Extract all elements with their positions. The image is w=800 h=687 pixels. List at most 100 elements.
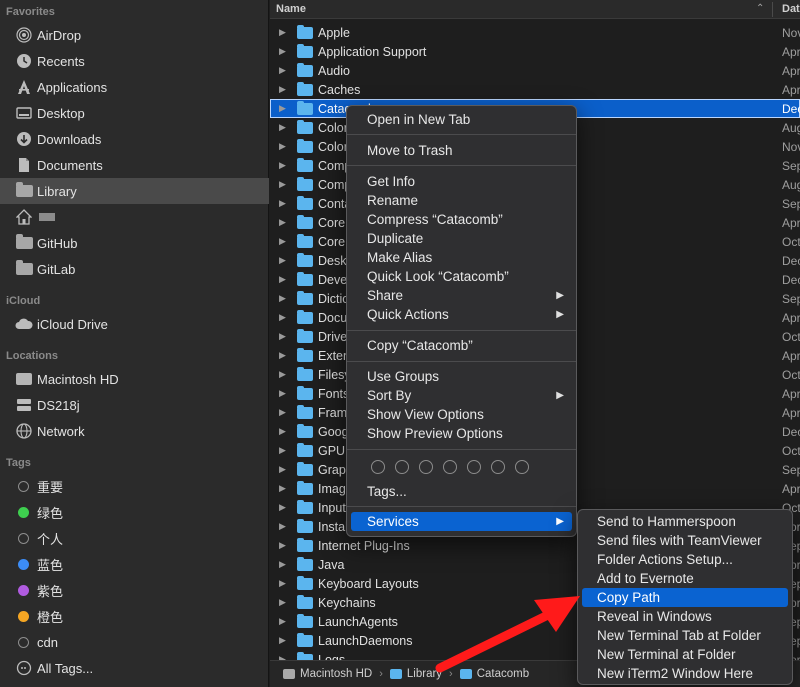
disclosure-triangle-icon[interactable]: ▶ [279,616,289,627]
disclosure-triangle-icon[interactable]: ▶ [279,483,289,494]
list-row[interactable]: ▶ Audio Apr [270,61,800,80]
column-header-date[interactable]: Dat [782,3,800,15]
disclosure-triangle-icon[interactable]: ▶ [279,217,289,228]
disclosure-triangle-icon[interactable]: ▶ [279,236,289,247]
sidebar-item-applications[interactable]: Applications [0,74,269,100]
list-row[interactable]: ▶ Caches Apr [270,80,800,99]
sidebar-item-documents[interactable]: Documents [0,152,269,178]
tag-circle-icon[interactable] [491,460,505,474]
list-row[interactable]: ▶ Apple Nov [270,23,800,42]
disclosure-triangle-icon[interactable]: ▶ [279,521,289,532]
menu-item-sort-by[interactable]: Sort By ▶ [351,386,572,405]
disclosure-triangle-icon[interactable]: ▶ [279,103,289,114]
sidebar-tag-orange[interactable]: 橙色 [0,603,269,629]
sidebar-item-github[interactable]: GitHub [0,230,269,256]
sidebar-item-airdrop[interactable]: AirDrop [0,22,269,48]
disclosure-triangle-icon[interactable]: ▶ [279,274,289,285]
menu-item-share[interactable]: Share ▶ [351,286,572,305]
services-item[interactable]: Add to Evernote [582,569,788,588]
disclosure-triangle-icon[interactable]: ▶ [279,84,289,95]
file-name: Audio [318,63,350,78]
disclosure-triangle-icon[interactable]: ▶ [279,426,289,437]
sidebar-tag-blue[interactable]: 蓝色 [0,551,269,577]
tag-circle-icon[interactable] [371,460,385,474]
sidebar-tag-cdn[interactable]: cdn [0,629,269,655]
disclosure-triangle-icon[interactable]: ▶ [279,388,289,399]
tag-circle-icon[interactable] [443,460,457,474]
sidebar-item-home[interactable] [0,204,269,230]
menu-item-make-alias[interactable]: Make Alias [351,248,572,267]
services-item[interactable]: Send files with TeamViewer [582,531,788,550]
disclosure-triangle-icon[interactable]: ▶ [279,559,289,570]
menu-item-use-groups[interactable]: Use Groups [351,367,572,386]
menu-item-duplicate[interactable]: Duplicate [351,229,572,248]
disclosure-triangle-icon[interactable]: ▶ [279,65,289,76]
sidebar-item-network[interactable]: Network [0,418,269,444]
disclosure-triangle-icon[interactable]: ▶ [279,160,289,171]
sidebar-tag-important[interactable]: 重要 [0,473,269,499]
disclosure-triangle-icon[interactable]: ▶ [279,331,289,342]
menu-item-show-preview-options[interactable]: Show Preview Options [351,424,572,443]
menu-item-rename[interactable]: Rename [351,191,572,210]
disclosure-triangle-icon[interactable]: ▶ [279,122,289,133]
disclosure-triangle-icon[interactable]: ▶ [279,46,289,57]
disclosure-triangle-icon[interactable]: ▶ [279,179,289,190]
disclosure-triangle-icon[interactable]: ▶ [279,635,289,646]
sidebar-item-library[interactable]: Library [0,178,269,204]
sidebar-item-icloud-drive[interactable]: iCloud Drive [0,311,269,337]
column-header-name[interactable]: Name [276,3,306,15]
disclosure-triangle-icon[interactable]: ▶ [279,578,289,589]
disclosure-triangle-icon[interactable]: ▶ [279,198,289,209]
file-date: Sep [782,462,800,477]
menu-item-open-new-tab[interactable]: Open in New Tab [351,110,572,129]
tag-circle-icon[interactable] [515,460,529,474]
disclosure-triangle-icon[interactable]: ▶ [279,407,289,418]
sidebar-tag-purple[interactable]: 紫色 [0,577,269,603]
menu-item-tags[interactable]: Tags... [351,482,572,501]
menu-item-show-view-options[interactable]: Show View Options [351,405,572,424]
disclosure-triangle-icon[interactable]: ▶ [279,597,289,608]
menu-item-compress[interactable]: Compress “Catacomb” [351,210,572,229]
disclosure-triangle-icon[interactable]: ▶ [279,293,289,304]
disclosure-triangle-icon[interactable]: ▶ [279,445,289,456]
path-item-macintosh-hd[interactable]: Macintosh HD [283,668,372,680]
services-item[interactable]: Copy Path [582,588,788,607]
sidebar-item-recents[interactable]: Recents [0,48,269,74]
services-item[interactable]: New Terminal Tab at Folder [582,626,788,645]
menu-item-quick-actions[interactable]: Quick Actions ▶ [351,305,572,324]
sidebar-item-macintosh-hd[interactable]: Macintosh HD [0,366,269,392]
sidebar-item-downloads[interactable]: Downloads [0,126,269,152]
menu-item-services[interactable]: Services ▶ [351,512,572,531]
menu-item-copy[interactable]: Copy “Catacomb” [351,336,572,355]
path-item-label: Library [406,668,443,680]
tag-circle-icon[interactable] [467,460,481,474]
sidebar-tag-personal[interactable]: 个人 [0,525,269,551]
disclosure-triangle-icon[interactable]: ▶ [279,27,289,38]
menu-item-move-to-trash[interactable]: Move to Trash [351,141,572,160]
tag-circle-icon[interactable] [395,460,409,474]
sidebar-item-desktop[interactable]: Desktop [0,100,269,126]
sidebar-tag-green[interactable]: 绿色 [0,499,269,525]
path-item-catacomb[interactable]: Catacomb [459,668,529,680]
disclosure-triangle-icon[interactable]: ▶ [279,540,289,551]
services-item[interactable]: New Terminal at Folder [582,645,788,664]
sidebar-item-ds218j[interactable]: DS218j [0,392,269,418]
disclosure-triangle-icon[interactable]: ▶ [279,369,289,380]
disclosure-triangle-icon[interactable]: ▶ [279,350,289,361]
menu-item-quick-look[interactable]: Quick Look “Catacomb” [351,267,572,286]
disclosure-triangle-icon[interactable]: ▶ [279,502,289,513]
path-item-library[interactable]: Library [389,668,443,680]
menu-item-get-info[interactable]: Get Info [351,172,572,191]
services-item[interactable]: Folder Actions Setup... [582,550,788,569]
disclosure-triangle-icon[interactable]: ▶ [279,464,289,475]
disclosure-triangle-icon[interactable]: ▶ [279,312,289,323]
sidebar-all-tags[interactable]: All Tags... [0,655,269,681]
services-item[interactable]: Send to Hammerspoon [582,512,788,531]
disclosure-triangle-icon[interactable]: ▶ [279,255,289,266]
disclosure-triangle-icon[interactable]: ▶ [279,141,289,152]
list-row[interactable]: ▶ Application Support Apr [270,42,800,61]
services-item[interactable]: Reveal in Windows [582,607,788,626]
sidebar-item-gitlab[interactable]: GitLab [0,256,269,282]
tag-circle-icon[interactable] [419,460,433,474]
services-item[interactable]: New iTerm2 Window Here [582,664,788,683]
